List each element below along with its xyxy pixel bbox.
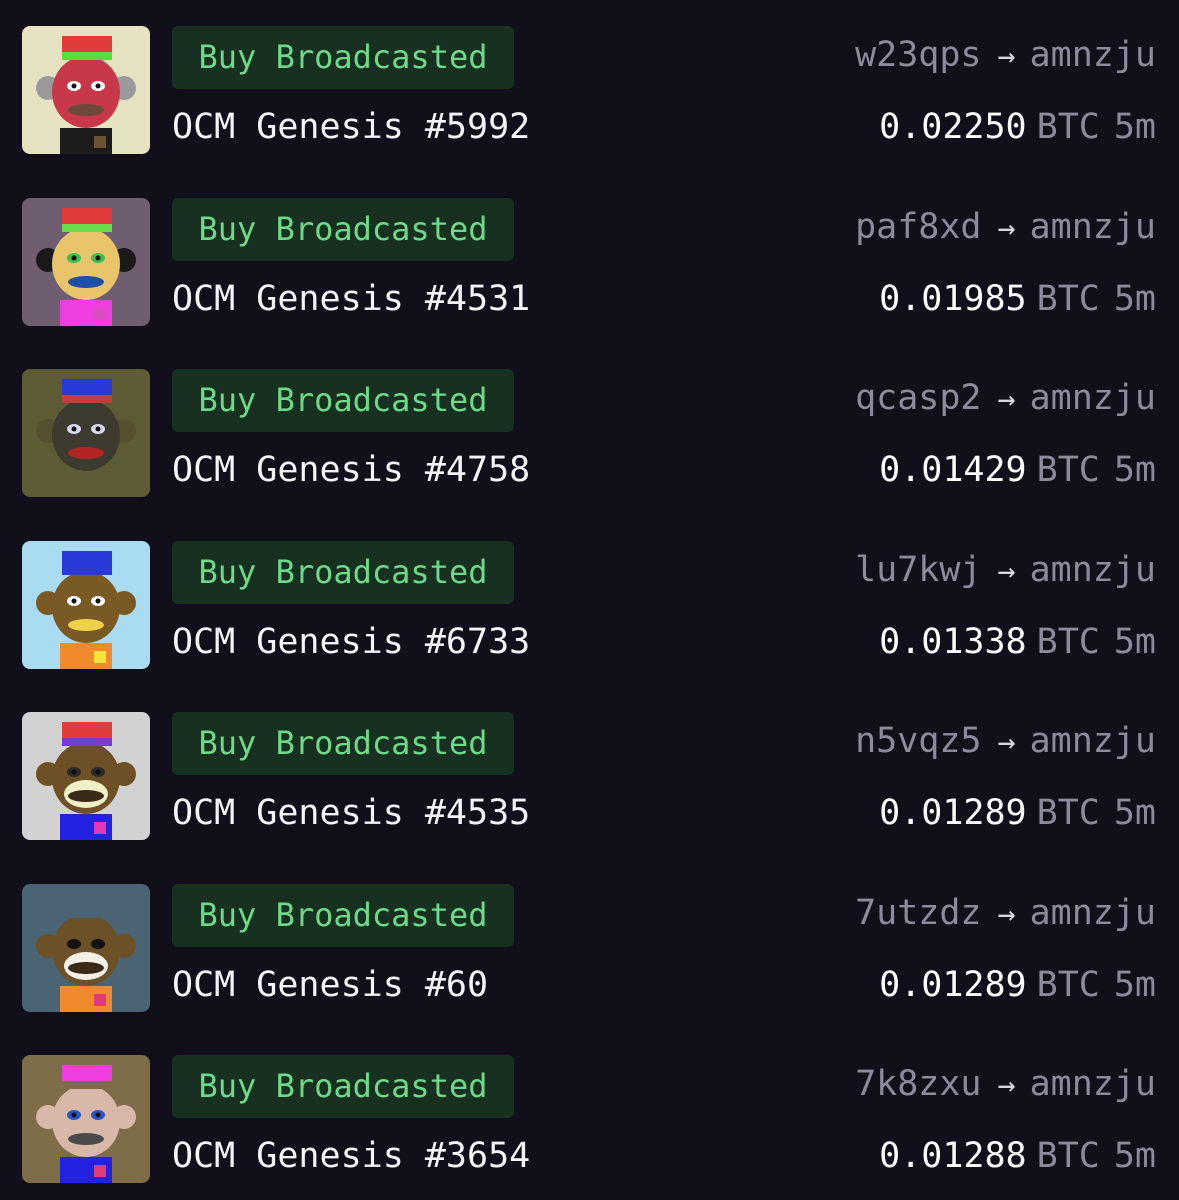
currency-label: BTC — [1036, 622, 1100, 662]
status-badge: Buy Broadcasted — [172, 712, 514, 775]
nft-name[interactable]: OCM Genesis #3654 — [172, 1135, 530, 1177]
arrow-right-icon: → — [997, 39, 1016, 74]
sale-row[interactable]: Buy Broadcasted OCM Genesis #60 7utzdz → amn… — [0, 884, 1179, 1014]
transfer-parties: 7k8zxu → amnzju — [855, 1063, 1156, 1107]
price-line: 0.01429 BTC 5m — [879, 449, 1156, 491]
arrow-right-icon: → — [997, 211, 1016, 246]
price-value: 0.01289 — [879, 793, 1027, 833]
sale-row[interactable]: Buy Broadcasted OCM Genesis #4758 qcasp2 → a… — [0, 369, 1179, 499]
transfer-parties: 7utzdz → amnzju — [855, 892, 1156, 936]
transfer-parties: n5vqz5 → amnzju — [855, 720, 1156, 764]
arrow-right-icon: → — [997, 554, 1016, 589]
time-ago: 5m — [1113, 965, 1156, 1005]
status-badge: Buy Broadcasted — [172, 1055, 514, 1118]
nft-thumbnail[interactable] — [22, 26, 150, 154]
price-value: 0.01338 — [879, 622, 1027, 662]
nft-thumbnail[interactable] — [22, 712, 150, 840]
price-value: 0.01288 — [879, 1136, 1027, 1176]
arrow-right-icon: → — [997, 382, 1016, 417]
sale-row[interactable]: Buy Broadcasted OCM Genesis #5992 w23qps → a… — [0, 26, 1179, 156]
currency-label: BTC — [1036, 965, 1100, 1005]
arrow-right-icon: → — [997, 1068, 1016, 1103]
buyer-address[interactable]: amnzju — [1030, 893, 1156, 933]
seller-address[interactable]: w23qps — [855, 35, 981, 75]
nft-name[interactable]: OCM Genesis #6733 — [172, 621, 530, 663]
time-ago: 5m — [1113, 793, 1156, 833]
currency-label: BTC — [1036, 450, 1100, 490]
sales-activity-list: Buy Broadcasted OCM Genesis #5992 w23qps → a… — [0, 0, 1179, 1200]
buyer-address[interactable]: amnzju — [1030, 721, 1156, 761]
seller-address[interactable]: n5vqz5 — [855, 721, 981, 761]
time-ago: 5m — [1113, 622, 1156, 662]
price-value: 0.02250 — [879, 107, 1027, 147]
nft-name[interactable]: OCM Genesis #4758 — [172, 449, 530, 491]
price-line: 0.02250 BTC 5m — [879, 106, 1156, 148]
currency-label: BTC — [1036, 1136, 1100, 1176]
nft-thumbnail[interactable] — [22, 369, 150, 497]
currency-label: BTC — [1036, 107, 1100, 147]
price-line: 0.01288 BTC 5m — [879, 1135, 1156, 1177]
nft-thumbnail[interactable] — [22, 541, 150, 669]
price-line: 0.01985 BTC 5m — [879, 278, 1156, 320]
time-ago: 5m — [1113, 279, 1156, 319]
buyer-address[interactable]: amnzju — [1030, 207, 1156, 247]
arrow-right-icon: → — [997, 725, 1016, 760]
buyer-address[interactable]: amnzju — [1030, 550, 1156, 590]
price-line: 0.01289 BTC 5m — [879, 964, 1156, 1006]
status-badge: Buy Broadcasted — [172, 26, 514, 89]
nft-name[interactable]: OCM Genesis #60 — [172, 964, 488, 1006]
price-value: 0.01289 — [879, 965, 1027, 1005]
time-ago: 5m — [1113, 450, 1156, 490]
nft-thumbnail[interactable] — [22, 198, 150, 326]
seller-address[interactable]: 7k8zxu — [855, 1064, 981, 1104]
buyer-address[interactable]: amnzju — [1030, 378, 1156, 418]
sale-row[interactable]: Buy Broadcasted OCM Genesis #6733 lu7kwj → a… — [0, 541, 1179, 671]
price-value: 0.01985 — [879, 279, 1027, 319]
seller-address[interactable]: lu7kwj — [855, 550, 981, 590]
arrow-right-icon: → — [997, 897, 1016, 932]
transfer-parties: paf8xd → amnzju — [855, 206, 1156, 250]
sale-row[interactable]: Buy Broadcasted OCM Genesis #4535 n5vqz5 → a… — [0, 712, 1179, 842]
seller-address[interactable]: paf8xd — [855, 207, 981, 247]
status-badge: Buy Broadcasted — [172, 884, 514, 947]
sale-row[interactable]: Buy Broadcasted OCM Genesis #3654 7k8zxu → a… — [0, 1055, 1179, 1185]
seller-address[interactable]: qcasp2 — [855, 378, 981, 418]
transfer-parties: w23qps → amnzju — [855, 34, 1156, 78]
transfer-parties: lu7kwj → amnzju — [855, 549, 1156, 593]
currency-label: BTC — [1036, 279, 1100, 319]
nft-thumbnail[interactable] — [22, 1055, 150, 1183]
nft-name[interactable]: OCM Genesis #5992 — [172, 106, 530, 148]
nft-name[interactable]: OCM Genesis #4535 — [172, 792, 530, 834]
currency-label: BTC — [1036, 793, 1100, 833]
status-badge: Buy Broadcasted — [172, 369, 514, 432]
status-badge: Buy Broadcasted — [172, 541, 514, 604]
transfer-parties: qcasp2 → amnzju — [855, 377, 1156, 421]
time-ago: 5m — [1113, 1136, 1156, 1176]
price-line: 0.01338 BTC 5m — [879, 621, 1156, 663]
price-line: 0.01289 BTC 5m — [879, 792, 1156, 834]
buyer-address[interactable]: amnzju — [1030, 1064, 1156, 1104]
status-badge: Buy Broadcasted — [172, 198, 514, 261]
buyer-address[interactable]: amnzju — [1030, 35, 1156, 75]
nft-name[interactable]: OCM Genesis #4531 — [172, 278, 530, 320]
seller-address[interactable]: 7utzdz — [855, 893, 981, 933]
sale-row[interactable]: Buy Broadcasted OCM Genesis #4531 paf8xd → a… — [0, 198, 1179, 328]
time-ago: 5m — [1113, 107, 1156, 147]
price-value: 0.01429 — [879, 450, 1027, 490]
nft-thumbnail[interactable] — [22, 884, 150, 1012]
